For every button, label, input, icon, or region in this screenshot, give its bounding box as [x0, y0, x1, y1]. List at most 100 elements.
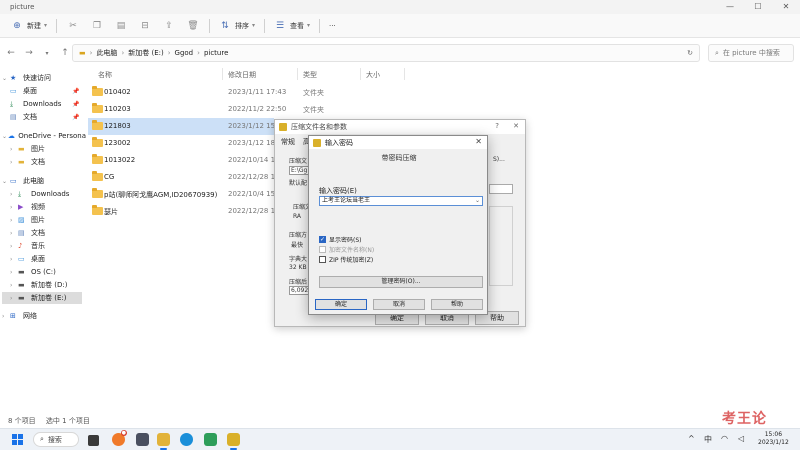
forward-button[interactable]: → — [20, 48, 38, 58]
windows-start-button[interactable] — [12, 434, 23, 445]
archive-name-input[interactable]: E:\Gg — [289, 166, 310, 175]
close-button[interactable]: ✕ — [475, 137, 482, 146]
encrypt-filenames-checkbox[interactable]: 加密文件名称(N) — [319, 245, 374, 254]
tab-general[interactable]: 常规 — [281, 137, 295, 147]
file-row[interactable]: 瑟片 2022/12/28 13: — [88, 203, 282, 220]
sidebar-item-onedrive[interactable]: ⌄ ☁ OneDrive - Persona — [2, 130, 86, 142]
paste-button[interactable]: ▤ — [109, 17, 133, 35]
sidebar-item-drive-c[interactable]: › ▬ OS (C:) — [10, 266, 84, 278]
sidebar-item-videos[interactable]: › ▶ 视频 — [10, 201, 84, 213]
ime-indicator[interactable]: 中 — [704, 434, 712, 445]
share-button[interactable]: ⇪ — [157, 17, 181, 35]
password-input[interactable]: 上考王论坛当老王 ⌄ — [319, 196, 483, 206]
address-bar[interactable]: ▬ › 此电脑 › 新加卷 (E:) › Ggod › picture ↻ — [72, 44, 700, 62]
view-button[interactable]: ☰ 查看 ▾ — [269, 17, 315, 35]
help-icon[interactable]: ? — [495, 122, 499, 130]
sidebar-item-music[interactable]: › ♪ 音乐 — [10, 240, 84, 252]
pin-icon[interactable]: 📌 — [72, 101, 79, 108]
profile-dropdown[interactable] — [489, 184, 513, 194]
back-button[interactable]: ← — [2, 48, 20, 58]
split-size-input[interactable]: 6,092 — [289, 286, 311, 295]
app-icon-file-explorer[interactable] — [157, 433, 170, 450]
breadcrumb-drive-e[interactable]: 新加卷 (E:) — [128, 48, 163, 58]
taskbar-search[interactable]: ⌕ 搜索 — [33, 432, 79, 447]
delete-button[interactable]: 🗑 — [181, 17, 205, 35]
maximize-button[interactable]: ☐ — [744, 0, 772, 14]
file-row[interactable]: CG 2022/12/28 13: — [88, 169, 282, 186]
app-icon-winrar[interactable] — [227, 433, 240, 450]
rename-button[interactable]: ⊟ — [133, 17, 157, 35]
breadcrumb-this-pc[interactable]: 此电脑 — [96, 48, 117, 58]
column-size[interactable]: 大小 — [366, 70, 380, 80]
column-name[interactable]: 名称 — [98, 70, 112, 80]
show-password-checkbox[interactable]: ✓ 显示密码(S) — [319, 235, 362, 244]
search-input[interactable]: ⌕ 在 picture 中搜索 — [708, 44, 794, 62]
sidebar-item-onedrive-pictures[interactable]: › ▬ 图片 — [10, 143, 84, 155]
sidebar-item-this-pc[interactable]: ⌄ ▭ 此电脑 — [2, 175, 86, 187]
cut-button[interactable]: ✂ — [61, 17, 85, 35]
sidebar-item-pc-downloads[interactable]: › ⤓ Downloads — [10, 188, 84, 200]
pin-icon[interactable]: 📌 — [72, 114, 79, 121]
sidebar-item-pc-desktop[interactable]: › ▭ 桌面 — [10, 253, 84, 265]
recent-dropdown-icon[interactable]: ▾ — [38, 50, 56, 57]
new-button[interactable]: ⊕ 新建 ▾ — [6, 17, 52, 35]
ok-button[interactable]: 确定 — [315, 299, 367, 310]
breadcrumb-picture[interactable]: picture — [204, 49, 228, 57]
sidebar-item-network[interactable]: › ⊞ 网络 — [2, 310, 86, 322]
app-icon-firefox[interactable]: ● — [112, 430, 127, 446]
chevron-down-icon: ▾ — [307, 22, 311, 29]
volume-icon[interactable]: ◁ — [738, 434, 744, 443]
app-icon-edge[interactable] — [180, 433, 193, 446]
file-row-selected[interactable]: 121803 2023/1/12 15:0 — [88, 118, 282, 135]
app-icon-cube[interactable] — [136, 433, 149, 446]
enter-password-dialog: 输入密码 ✕ 带密码压缩 输入密码(E) 上考王论坛当老王 ⌄ ✓ 显示密码(S… — [308, 135, 488, 315]
column-type[interactable]: 类型 — [303, 70, 317, 80]
column-date[interactable]: 修改日期 — [228, 70, 256, 80]
sidebar-item-pictures[interactable]: › ▨ 图片 — [10, 214, 84, 226]
compression-method-value[interactable]: 最快 — [291, 240, 303, 249]
app-icon-xbox[interactable] — [204, 433, 217, 446]
close-button[interactable]: ✕ — [772, 0, 800, 14]
column-divider[interactable] — [222, 68, 223, 80]
rar-radio[interactable]: RA — [293, 213, 301, 220]
close-button[interactable]: ✕ — [513, 122, 519, 130]
tray-overflow-icon[interactable]: ^ — [688, 434, 695, 443]
breadcrumb-ggod[interactable]: Ggod — [175, 49, 194, 57]
browse-button[interactable]: S)... — [493, 156, 505, 163]
file-row[interactable]: 010402 2023/1/11 17:43 文件夹 — [88, 84, 324, 101]
sidebar-item-downloads[interactable]: ⤓ Downloads 📌 — [10, 98, 84, 110]
sidebar-item-drive-e[interactable]: › ▬ 新加卷 (E:) — [2, 292, 82, 304]
sidebar-item-desktop[interactable]: ▭ 桌面 📌 — [10, 85, 84, 97]
sort-button[interactable]: ⇅ 排序 ▾ — [214, 17, 260, 35]
file-row[interactable]: 110203 2022/11/2 22:50 文件夹 — [88, 101, 324, 118]
task-view-button[interactable] — [88, 435, 99, 446]
refresh-icon[interactable]: ↻ — [687, 49, 693, 57]
column-divider[interactable] — [404, 68, 405, 80]
sidebar-item-quick-access[interactable]: ⌄ ★ 快速访问 — [2, 72, 84, 84]
file-row[interactable]: p站(聊师阿戈鹰AGM,ID20670939) 2022/10/4 15:4 — [88, 186, 282, 203]
sidebar-item-drive-d[interactable]: › ▬ 新加卷 (D:) — [10, 279, 84, 291]
file-row[interactable]: 123002 2023/1/12 18:42 — [88, 135, 286, 152]
manage-passwords-button[interactable]: 管理密码(O)... — [319, 276, 483, 288]
drive-icon: ▬ — [18, 294, 25, 302]
copy-button[interactable]: ❐ — [85, 17, 109, 35]
chevron-down-icon[interactable]: ⌄ — [475, 197, 480, 205]
zip-legacy-encryption-checkbox[interactable]: ZIP 传统加密(Z) — [319, 255, 373, 264]
pin-icon[interactable]: 📌 — [72, 88, 79, 95]
system-clock[interactable]: 15:06 2023/1/12 — [758, 431, 789, 447]
wifi-icon[interactable]: ◠ — [721, 434, 728, 443]
column-divider[interactable] — [360, 68, 361, 80]
more-button[interactable]: ··· — [324, 17, 341, 35]
sidebar-item-documents[interactable]: ▤ 文档 📌 — [10, 111, 84, 123]
video-icon: ▶ — [18, 203, 24, 211]
file-row[interactable]: 1013022 2022/10/14 11: — [88, 152, 282, 169]
help-button[interactable]: 帮助 — [431, 299, 483, 310]
column-divider[interactable] — [297, 68, 298, 80]
sidebar-item-pc-documents[interactable]: › ▤ 文档 — [10, 227, 84, 239]
minimize-button[interactable]: — — [716, 0, 744, 14]
cancel-button[interactable]: 取消 — [373, 299, 425, 310]
dictionary-size-value[interactable]: 32 KB — [289, 264, 307, 271]
sidebar-item-onedrive-documents[interactable]: › ▬ 文档 — [10, 156, 84, 168]
sidebar-item-label: 新加卷 (E:) — [31, 294, 67, 302]
sidebar-item-label: 桌面 — [31, 255, 45, 263]
